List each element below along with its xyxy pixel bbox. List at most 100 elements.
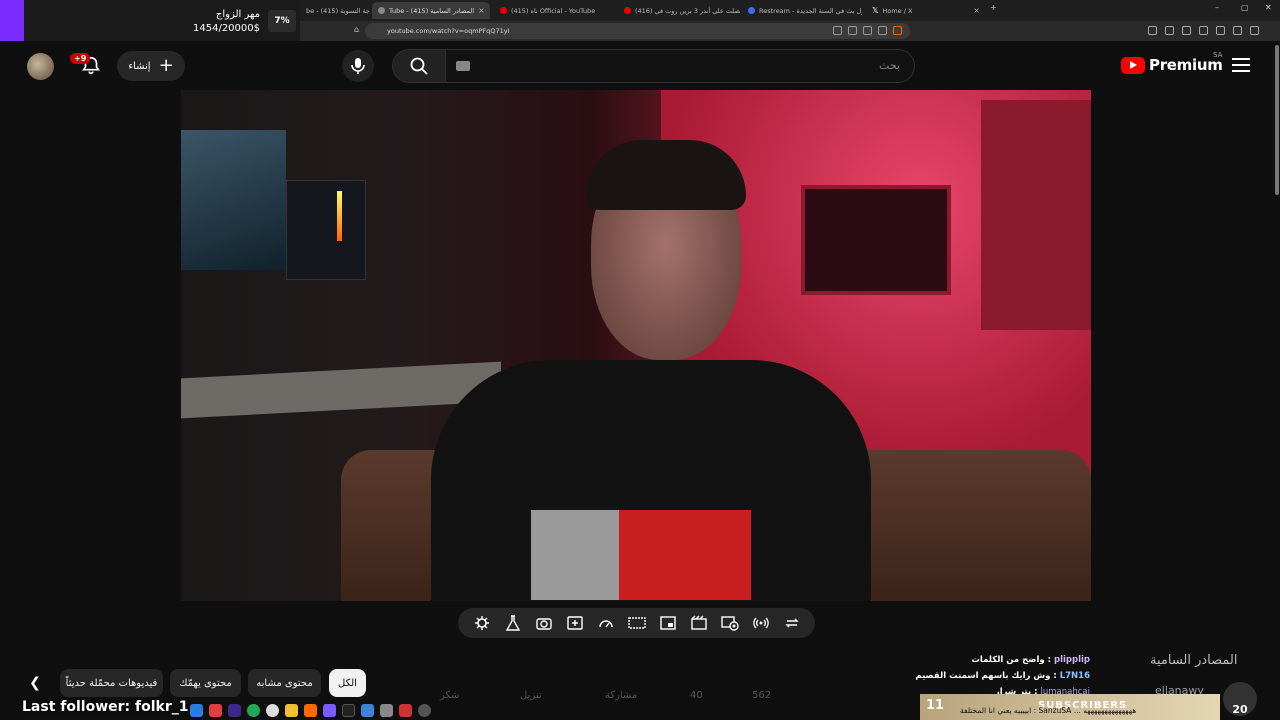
download-button[interactable]: تنزيل	[520, 690, 542, 708]
browser-tab[interactable]: Restream - أول بث في السنة الجديدة	[742, 2, 862, 19]
brave-shield-icon[interactable]	[893, 26, 902, 35]
youtube-play-icon	[1121, 56, 1145, 74]
clip-icon[interactable]	[689, 613, 709, 633]
video-person-hair	[586, 140, 746, 210]
goal-amount: 1454/20000$	[193, 23, 260, 34]
x-logo-icon: 𝕏	[872, 6, 879, 15]
add-frame-icon[interactable]	[565, 613, 585, 633]
hamburger-menu-icon[interactable]	[1232, 58, 1250, 72]
new-tab-icon[interactable]: +	[990, 3, 997, 12]
chrome-icon[interactable]	[266, 704, 279, 717]
chip-all[interactable]: الكل	[329, 669, 366, 697]
address-bar-icons	[833, 26, 902, 35]
subscribers-ticker: ههههههههههههههه ... SanzuSA : ابييبيه يع…	[960, 706, 1137, 715]
search-input[interactable]: بحث	[445, 49, 915, 83]
browser-menu-icon[interactable]	[1250, 26, 1259, 35]
browser-tab-active[interactable]: Tube - المصادر السامية (415) ×	[372, 2, 490, 19]
close-window-icon[interactable]: ✕	[1265, 3, 1272, 12]
tab-label: Home / X	[882, 6, 913, 15]
channel-name[interactable]: المصادر السامية	[1150, 653, 1238, 668]
vpn-icon[interactable]	[1233, 26, 1242, 35]
tab-label: be - دجاجة التسوية (415)	[306, 6, 370, 15]
browser-tab[interactable]: (416) حصلت على أندر 3 برين روت في	[618, 2, 740, 19]
windows-taskbar	[190, 701, 520, 720]
search-icon	[410, 57, 428, 75]
extension-icon[interactable]	[1148, 26, 1157, 35]
extension-icon[interactable]	[1199, 26, 1208, 35]
account-avatar[interactable]	[27, 53, 54, 80]
record-icon[interactable]	[720, 613, 740, 633]
chip-similar[interactable]: محتوى مشابه	[248, 669, 321, 697]
restream-icon	[748, 7, 755, 14]
like-count[interactable]: 562	[752, 690, 771, 708]
tab-label: (416) حصلت على أندر 3 برين روت في	[635, 6, 740, 15]
app-icon[interactable]	[380, 704, 393, 717]
extension-icons	[1148, 26, 1259, 35]
zoom-icon[interactable]	[848, 26, 857, 35]
extension-icon[interactable]	[1182, 26, 1191, 35]
wallet-icon[interactable]	[1216, 26, 1225, 35]
audio-icon	[378, 7, 385, 14]
comment-count[interactable]: 40	[690, 690, 703, 708]
subscribers-banner: 11 SUBSCRIBERS ههههههههههههههه ... Sanzu…	[920, 694, 1220, 720]
chip-for-you[interactable]: محتوى يهمّك	[170, 669, 241, 697]
brave-icon[interactable]	[304, 704, 317, 717]
create-label: إنشاء	[128, 60, 151, 72]
subscribers-count: 11	[926, 698, 945, 713]
channel-logo-text: 20	[1232, 703, 1248, 716]
donation-goal-overlay: مهر الزواج 1454/20000$ 7%	[0, 0, 300, 44]
bookmark-icon[interactable]: ⌂	[354, 25, 359, 34]
screen: be - دجاجة التسوية (415) × Tube - المصاد…	[0, 0, 1280, 720]
browser-tab[interactable]: 𝕏 Home / X ×	[866, 2, 986, 19]
premiere-icon[interactable]	[228, 704, 241, 717]
extension-icon[interactable]	[1165, 26, 1174, 35]
chat-text: واضح من الكلمات	[971, 655, 1045, 665]
notifications-badge: +9	[70, 53, 91, 64]
chip-recently-uploaded[interactable]: فيديوهات محمّلة حديثاً	[60, 669, 163, 697]
app-icon[interactable]	[418, 704, 431, 717]
tab-label: (415) ناه Official - YouTube	[511, 6, 596, 15]
address-bar[interactable]: youtube.com/watch?v=oqmPFqQ71yI	[365, 23, 910, 39]
discord-icon[interactable]	[323, 704, 336, 717]
minimize-icon[interactable]: –	[1215, 3, 1219, 12]
flask-icon[interactable]	[503, 613, 523, 633]
chat-message: L7N16 : وش رايك باسهم اسمنت القصيم	[915, 668, 1090, 684]
youtube-icon	[624, 7, 631, 14]
screenshot-camera-icon[interactable]	[534, 613, 554, 633]
share-icon[interactable]	[863, 26, 872, 35]
translate-icon[interactable]	[833, 26, 842, 35]
keyboard-icon[interactable]	[456, 61, 470, 71]
app-icon[interactable]	[209, 704, 222, 717]
speed-gauge-icon[interactable]	[596, 613, 616, 633]
chat-username: plipplip	[1054, 655, 1090, 665]
close-tab-icon[interactable]: ×	[478, 6, 485, 15]
browser-tab[interactable]: (415) ناه Official - YouTube	[494, 2, 614, 19]
broadcast-icon[interactable]	[751, 613, 771, 633]
share-button[interactable]: مشاركة	[605, 690, 637, 708]
whatsapp-icon[interactable]	[247, 704, 260, 717]
pip-icon[interactable]	[878, 26, 887, 35]
loop-icon[interactable]	[782, 613, 802, 633]
plus-icon: +	[158, 55, 174, 76]
video-shirt-logo	[531, 510, 751, 600]
theater-mode-icon[interactable]	[627, 613, 647, 633]
browser-tab[interactable]: be - دجاجة التسوية (415) ×	[300, 2, 370, 19]
chat-separator: :	[1044, 655, 1054, 665]
edge-icon[interactable]	[190, 704, 203, 717]
folder-icon[interactable]	[285, 704, 298, 717]
maximize-icon[interactable]: ▢	[1241, 3, 1249, 12]
search-button[interactable]	[392, 49, 446, 83]
voice-search-button[interactable]	[342, 50, 374, 82]
app-icon[interactable]	[399, 704, 412, 717]
video-player[interactable]	[181, 90, 1091, 601]
youtube-premium-logo[interactable]: Premium SA	[1121, 51, 1223, 74]
miniplayer-icon[interactable]	[658, 613, 678, 633]
page-scrollbar[interactable]	[1274, 41, 1280, 201]
obs-icon[interactable]	[342, 704, 355, 717]
close-tab-icon[interactable]: ×	[973, 6, 980, 15]
channel-avatar[interactable]: 20	[1223, 682, 1257, 716]
settings-gear-icon[interactable]	[472, 613, 492, 633]
steam-icon[interactable]	[361, 704, 374, 717]
tab-label: Tube - المصادر السامية (415)	[389, 6, 475, 15]
create-button[interactable]: إنشاء +	[117, 51, 185, 81]
